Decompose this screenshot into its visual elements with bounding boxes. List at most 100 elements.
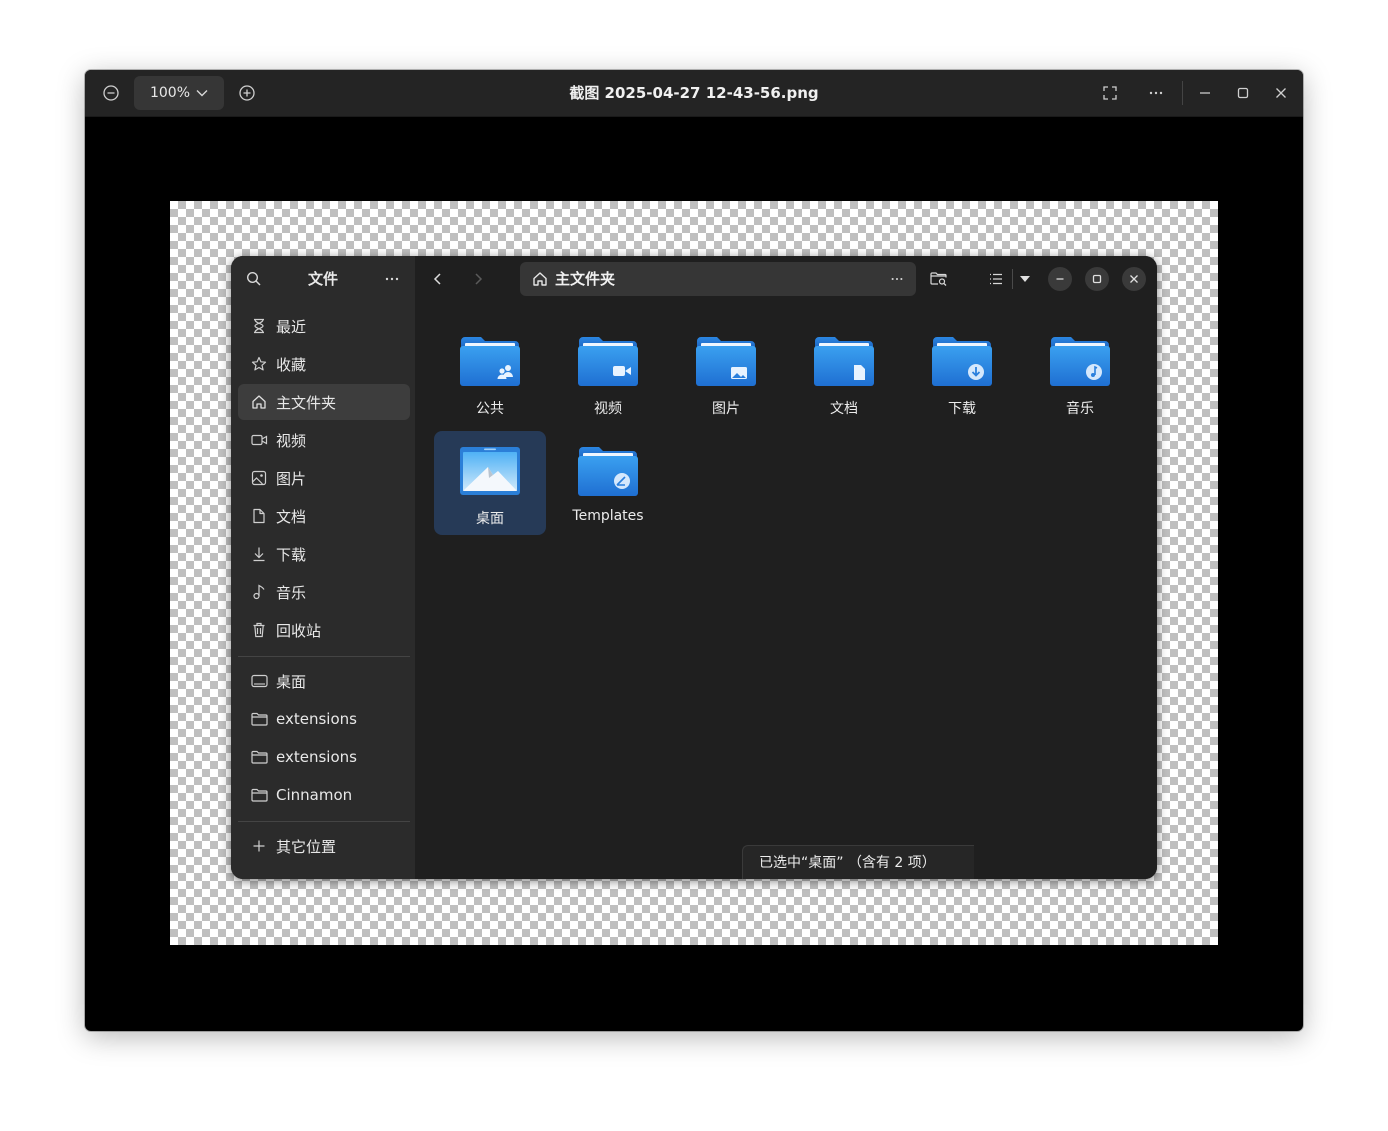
main-pane: 主文件夹 公共 视频 图片 文档 下载 音乐 桌面 Templates: [415, 256, 1157, 879]
back-button[interactable]: [423, 264, 453, 294]
sidebar-menu-button[interactable]: [377, 264, 407, 294]
folder-item-templates[interactable]: Templates: [552, 431, 664, 535]
more-menu-button[interactable]: [1141, 78, 1171, 108]
sidebar-item-label: 主文件夹: [276, 393, 337, 412]
sidebar-item-recent[interactable]: 最近: [238, 308, 410, 344]
minimize-icon: [1200, 92, 1210, 94]
folder-download-icon: [932, 337, 992, 386]
selection-status-bar: 已选中“桌面” （含有 2 项）: [742, 845, 974, 879]
sidebar-separator: [238, 656, 410, 657]
path-bar[interactable]: 主文件夹: [520, 262, 916, 296]
minimize-button[interactable]: [1190, 78, 1220, 108]
search-folder-button[interactable]: [924, 264, 954, 294]
fullscreen-icon: [1103, 86, 1117, 100]
path-menu-button[interactable]: [882, 264, 912, 294]
chevron-left-icon: [433, 273, 441, 285]
folder-public-icon: [460, 337, 520, 386]
caret-down-icon: [1020, 276, 1030, 282]
folder-desktop-icon: [460, 447, 520, 495]
folder-item-label: 下载: [948, 401, 976, 417]
folder-item-label: 文档: [830, 401, 858, 417]
zoom-level-value: 100%: [149, 85, 191, 101]
download-icon: [250, 545, 268, 563]
folder-item-label: 公共: [476, 401, 504, 417]
list-view-icon: [990, 273, 1002, 285]
folder-icon: [250, 786, 268, 804]
sidebar-item-trash[interactable]: 回收站: [238, 612, 410, 648]
view-options-button[interactable]: [1010, 264, 1040, 294]
close-button[interactable]: [1266, 78, 1296, 108]
minimize-icon: [1056, 278, 1064, 280]
sidebar-header: 文件: [231, 256, 415, 302]
fullscreen-button[interactable]: [1095, 78, 1125, 108]
sidebar-item-label: extensions: [276, 748, 357, 766]
sidebar-item-home[interactable]: 主文件夹: [238, 384, 410, 420]
folder-item-label: 音乐: [1066, 401, 1094, 417]
close-icon: [1276, 88, 1286, 98]
sidebar-item-cinnamon[interactable]: Cinnamon: [238, 777, 410, 813]
sidebar-item-videos[interactable]: 视频: [238, 422, 410, 458]
more-icon: [891, 277, 903, 281]
sidebar-item-music[interactable]: 音乐: [238, 574, 410, 610]
sidebar-item-label: extensions: [276, 710, 357, 728]
folder-item-videos[interactable]: 视频: [552, 321, 664, 425]
folder-videos-icon: [578, 337, 638, 386]
sidebar-item-extensions[interactable]: extensions: [238, 701, 410, 737]
folder-item-label: 视频: [594, 401, 622, 417]
trash-icon: [250, 621, 268, 639]
list-view-button[interactable]: [981, 264, 1011, 294]
sidebar-item-downloads[interactable]: 下载: [238, 536, 410, 572]
folder-documents-icon: [814, 337, 874, 386]
sidebar-item-label: Cinnamon: [276, 786, 353, 804]
folder-item-public[interactable]: 公共: [434, 321, 546, 425]
home-icon: [533, 272, 547, 286]
sidebar-item-documents[interactable]: 文档: [238, 498, 410, 534]
folder-item-downloads[interactable]: 下载: [906, 321, 1018, 425]
sidebar: 文件 最近 收藏 主文件夹 视频 图片 文档 下载 音乐 回收站 桌面 exte…: [231, 256, 415, 879]
sidebar-separator: [238, 821, 410, 822]
sidebar-item-label: 图片: [276, 469, 307, 488]
folder-pictures-icon: [696, 337, 756, 386]
folder-item-documents[interactable]: 文档: [788, 321, 900, 425]
sidebar-item-desktop[interactable]: 桌面: [238, 663, 410, 699]
recent-icon: [250, 317, 268, 335]
folder-item-desktop[interactable]: 桌面: [434, 431, 546, 535]
zoom-in-button[interactable]: [232, 78, 262, 108]
folder-icon: [250, 710, 268, 728]
forward-button[interactable]: [463, 264, 493, 294]
file-manager-window: 文件 最近 收藏 主文件夹 视频 图片 文档 下载 音乐 回收站 桌面 exte…: [231, 256, 1157, 879]
sidebar-item-label: 音乐: [276, 583, 307, 602]
document-icon: [250, 507, 268, 525]
chevron-right-icon: [475, 273, 483, 285]
video-icon: [250, 431, 268, 449]
zoom-in-icon: [239, 85, 255, 101]
sidebar-item-other-locations[interactable]: 其它位置: [238, 828, 410, 864]
image-canvas: 文件 最近 收藏 主文件夹 视频 图片 文档 下载 音乐 回收站 桌面 exte…: [170, 201, 1218, 945]
zoom-out-button[interactable]: [96, 78, 126, 108]
folder-search-icon: [930, 272, 947, 286]
close-icon: [1130, 275, 1138, 283]
folder-music-icon: [1050, 337, 1110, 386]
desktop-icon: [250, 672, 268, 690]
folder-item-pictures[interactable]: 图片: [670, 321, 782, 425]
window-maximize-button[interactable]: [1085, 267, 1109, 291]
more-icon: [385, 277, 399, 281]
sidebar-item-label: 下载: [276, 545, 307, 564]
viewer-header-bar: 100% 截图 2025-04-27 12-43-56.png: [85, 70, 1303, 117]
window-minimize-button[interactable]: [1048, 267, 1072, 291]
sidebar-item-pictures[interactable]: 图片: [238, 460, 410, 496]
sidebar-item-extensions-2[interactable]: extensions: [238, 739, 410, 775]
maximize-icon: [1092, 274, 1102, 284]
sidebar-item-label: 桌面: [276, 672, 307, 691]
plus-icon: [250, 837, 268, 855]
zoom-level-dropdown[interactable]: 100%: [134, 76, 224, 110]
sidebar-item-label: 视频: [276, 431, 307, 450]
sidebar-item-starred[interactable]: 收藏: [238, 346, 410, 382]
window-close-button[interactable]: [1122, 267, 1146, 291]
maximize-button[interactable]: [1228, 78, 1258, 108]
folder-item-music[interactable]: 音乐: [1024, 321, 1136, 425]
path-current-folder: 主文件夹: [555, 270, 616, 288]
sidebar-item-label: 最近: [276, 317, 307, 336]
sidebar-item-label: 收藏: [276, 355, 307, 374]
image-viewer-window: 100% 截图 2025-04-27 12-43-56.png 文件 最近 收藏…: [85, 70, 1303, 1031]
